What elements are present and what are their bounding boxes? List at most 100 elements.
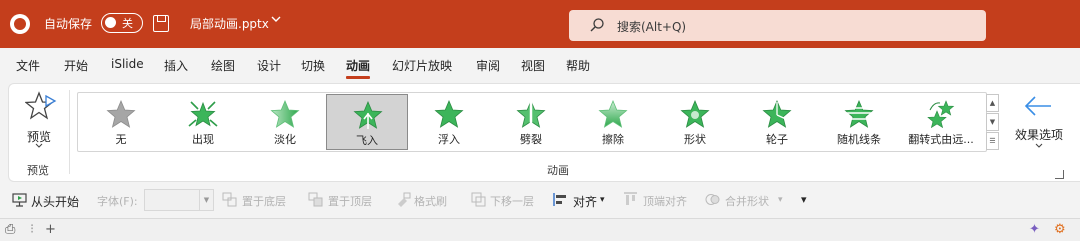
add-slide-icon[interactable]: + [45,222,56,237]
font-dropdown-icon: ▼ [199,190,213,210]
move-down-icon [471,192,486,207]
powerpoint-logo-icon [10,14,30,34]
star-grow-turn-icon [927,100,955,128]
group-divider [69,90,70,174]
animation-label: 随机线条 [837,133,881,146]
toggle-knob-icon [105,17,116,28]
star-fade-icon [270,100,300,128]
merge-shapes-button[interactable]: 合并形状 [725,193,769,209]
animation-label: 出现 [192,133,214,146]
animation-label: 淡化 [274,133,296,146]
tab-slideshow[interactable]: 幻灯片放映 [392,57,452,74]
animation-fly-in[interactable]: 飞入 [326,94,408,150]
font-label: 字体(F): [97,195,138,208]
align-button[interactable]: 对齐 [573,193,597,210]
preview-chevron-icon [17,142,61,151]
tab-help[interactable]: 帮助 [566,57,590,74]
animation-group-label: 动画 [547,164,569,177]
search-icon [590,18,604,32]
animation-float-in[interactable]: 浮入 [408,94,490,150]
star-float-in-icon [434,100,464,128]
search-box[interactable]: 搜索(Alt+Q) [569,10,986,41]
format-painter-button[interactable]: 格式刷 [414,193,447,209]
ribbon-tabs: 文件 开始 iSlide 插入 绘图 设计 切换 动画 幻灯片放映 审阅 视图 … [0,48,1080,82]
tab-transitions[interactable]: 切换 [301,57,325,74]
filename-chevron-down-icon[interactable] [271,14,281,27]
star-wheel-icon [762,100,792,128]
tab-animations[interactable]: 动画 [346,57,371,79]
animation-grow-turn[interactable]: 翻转式由远... [900,94,982,150]
effect-options-label: 效果选项 [1014,128,1063,142]
preview-button[interactable]: 预览 [17,90,61,150]
from-beginning-button[interactable]: 从头开始 [31,193,79,210]
animation-shape[interactable]: 形状 [654,94,736,150]
animation-label: 飞入 [356,134,378,147]
merge-shapes-icon [705,194,720,205]
tab-design[interactable]: 设计 [257,57,281,74]
animation-appear[interactable]: 出现 [162,94,244,150]
slideshow-from-start-icon [12,193,27,207]
slide-notes-icon[interactable]: ⎙ [5,222,15,237]
animation-split[interactable]: 劈裂 [490,94,572,150]
merge-shapes-chevron-icon[interactable]: ▾ [778,195,783,205]
animation-wipe[interactable]: 擦除 [572,94,654,150]
effect-options-chevron-icon [1009,142,1069,151]
animation-label: 浮入 [438,133,460,146]
gallery-scroll-up-icon[interactable]: ▲ [986,94,999,112]
animation-wheel[interactable]: 轮子 [736,94,818,150]
dialog-launcher-icon[interactable] [1055,170,1064,179]
settings-gear-icon[interactable]: ⚙ [1054,222,1066,237]
tab-view[interactable]: 视图 [521,57,545,74]
star-shape-icon [680,100,710,128]
align-top-icon [624,192,637,205]
move-down-button[interactable]: 下移一层 [490,193,534,209]
star-appear-icon [188,101,218,127]
font-select[interactable]: ▼ [144,189,214,211]
gallery-more-icon[interactable]: ☰ [986,132,999,150]
animations-ribbon: 预览 预览 无 出现 淡化 飞入 浮入 劈裂 擦除 形状 轮子 随机线条 翻转式… [8,83,1080,182]
bring-to-front-button[interactable]: 置于顶层 [328,193,372,209]
send-to-back-icon [222,192,237,207]
tab-islide[interactable]: iSlide [111,57,144,71]
animation-label: 劈裂 [520,133,542,146]
effect-options-button[interactable]: 效果选项 [1009,90,1069,156]
animation-label: 形状 [684,133,706,146]
send-to-back-button[interactable]: 置于底层 [242,193,286,209]
star-fly-in-icon [353,101,383,129]
preview-star-icon [25,91,57,120]
bring-to-front-icon [308,192,323,207]
animation-label: 无 [115,133,127,146]
tab-review[interactable]: 审阅 [476,57,500,74]
status-bar: ⎙ ⁝ + ✦ ⚙ [0,218,1080,241]
arrow-left-icon [1024,96,1051,116]
gallery-scroll: ▲ ▼ ☰ [986,94,999,152]
gallery-scroll-down-icon[interactable]: ▼ [986,113,999,131]
animation-fade[interactable]: 淡化 [244,94,326,150]
align-top-button[interactable]: 顶端对齐 [643,193,687,209]
search-placeholder: 搜索(Alt+Q) [617,20,687,34]
animation-gallery: 无 出现 淡化 飞入 浮入 劈裂 擦除 形状 轮子 随机线条 翻转式由远... [77,92,987,152]
designer-icon[interactable]: ✦ [1029,222,1040,237]
tab-home[interactable]: 开始 [64,57,88,74]
save-icon[interactable] [153,15,169,32]
star-split-icon [516,100,546,128]
animation-none[interactable]: 无 [80,94,162,150]
align-icon [553,193,566,206]
autosave-label: 自动保存 [44,17,93,31]
preview-group: 预览 预览 [9,84,69,181]
animation-label: 翻转式由远... [908,133,974,146]
preview-group-label: 预览 [27,164,49,177]
star-none-icon [106,100,136,128]
file-name[interactable]: 局部动画.pptx [190,15,269,32]
format-painter-icon [398,192,411,207]
star-random-bars-icon [844,100,874,128]
tab-draw[interactable]: 绘图 [211,57,235,74]
align-chevron-icon[interactable]: ▾ [600,195,605,205]
customize-toolbar-icon[interactable]: ▾ [801,193,807,206]
animation-label: 轮子 [766,133,788,146]
tab-file[interactable]: 文件 [16,57,40,74]
star-wipe-icon [598,100,628,128]
tab-insert[interactable]: 插入 [164,57,188,74]
animation-random-bars[interactable]: 随机线条 [818,94,900,150]
autosave-toggle[interactable]: 关 [101,13,143,33]
